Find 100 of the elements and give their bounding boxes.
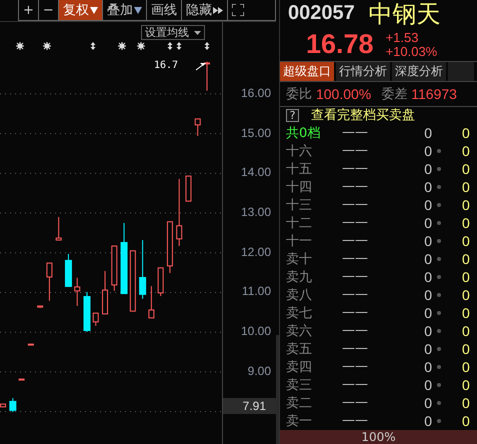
moving-average-button[interactable]: 设置均线 bbox=[141, 25, 205, 40]
event-arrow-icon[interactable] bbox=[204, 42, 210, 50]
event-arrow-icon[interactable] bbox=[168, 42, 172, 50]
table-cell: 0 bbox=[462, 178, 470, 195]
double-triangle-icon bbox=[212, 6, 223, 14]
table-cell: 0 bbox=[462, 268, 470, 285]
tab[interactable]: 超级盘口 bbox=[280, 62, 334, 82]
dot-icon bbox=[436, 202, 441, 207]
event-star-icon[interactable] bbox=[136, 42, 146, 50]
last-price: 16.78 bbox=[306, 29, 374, 60]
event-star-icon[interactable] bbox=[16, 42, 24, 50]
dot-icon bbox=[436, 238, 441, 243]
axis-label: 10.00 bbox=[240, 324, 271, 338]
dot-icon bbox=[436, 220, 441, 225]
level-label: 十六 bbox=[284, 142, 313, 160]
volume-cell-text: 0 bbox=[423, 412, 432, 429]
dot-icon bbox=[436, 166, 441, 171]
event-star-icon[interactable] bbox=[42, 42, 52, 50]
dot-icon bbox=[436, 400, 441, 405]
candle bbox=[194, 118, 201, 136]
price-cell-text: —— bbox=[342, 305, 369, 320]
candle bbox=[176, 178, 182, 246]
level-label: 十三 bbox=[284, 196, 313, 214]
level-label: 卖九 bbox=[284, 268, 313, 286]
candle bbox=[102, 270, 108, 314]
full-book-link[interactable]: 查看完整档买卖盘 bbox=[310, 106, 415, 124]
level-label: 十一 bbox=[284, 232, 313, 250]
volume-cell-text: 0 bbox=[423, 250, 432, 267]
ratio-bar: 100% bbox=[280, 430, 477, 444]
volume-cell-text: 0 bbox=[423, 196, 432, 213]
event-star-icon[interactable] bbox=[118, 42, 126, 50]
caret-icon bbox=[194, 30, 201, 34]
price-cell-text: —— bbox=[342, 125, 369, 140]
dot-icon bbox=[436, 256, 441, 261]
table-cell: 0 bbox=[462, 376, 470, 393]
dot-icon bbox=[436, 364, 441, 369]
candle bbox=[0, 404, 6, 408]
volume-cell-text: 0 bbox=[423, 304, 432, 321]
volume-cell-text: 0 bbox=[423, 232, 432, 249]
scrollbar[interactable] bbox=[276, 335, 279, 444]
dot-icon bbox=[436, 328, 441, 333]
price-cell-text: —— bbox=[342, 341, 369, 356]
price-cell-text: —— bbox=[342, 287, 369, 302]
level-label: 十四 bbox=[284, 178, 313, 196]
level-label: 十五 bbox=[284, 160, 313, 178]
stat-value: 100.00% bbox=[316, 86, 372, 102]
axis-label: 16.00 bbox=[240, 86, 271, 100]
candle bbox=[28, 344, 34, 346]
leader-line bbox=[196, 63, 206, 70]
level-label: 卖八 bbox=[284, 286, 313, 304]
price-cell-text: —— bbox=[342, 233, 369, 248]
price-label: 16.7 bbox=[154, 60, 178, 71]
fullscreen-icon bbox=[232, 4, 244, 16]
volume-cell-text: 0 bbox=[423, 394, 432, 411]
table-cell: 0 bbox=[462, 142, 470, 159]
candle bbox=[9, 398, 16, 413]
table-cell: 0 bbox=[462, 250, 470, 267]
price-cell-text: —— bbox=[342, 197, 369, 212]
price-cell-text: —— bbox=[342, 413, 369, 428]
table-cell: 0 bbox=[462, 322, 470, 339]
dot-icon bbox=[436, 274, 441, 279]
axis-label: 12.00 bbox=[240, 244, 271, 259]
table-cell: 0 bbox=[462, 394, 470, 411]
percent-change: +10.03% bbox=[386, 44, 438, 59]
dot-icon bbox=[436, 148, 441, 153]
table-cell: 0 bbox=[462, 124, 470, 141]
current-price-label: 7.91 bbox=[223, 398, 276, 414]
candle bbox=[166, 221, 173, 274]
candle bbox=[64, 253, 72, 288]
volume-cell-text: 0 bbox=[423, 268, 432, 285]
price-cell-text: —— bbox=[342, 143, 369, 158]
event-arrow-icon[interactable] bbox=[90, 42, 96, 50]
candle bbox=[158, 267, 164, 297]
price-cell-text: —— bbox=[342, 395, 369, 410]
toolbar-button[interactable]: 复权 bbox=[58, 0, 103, 20]
candle bbox=[139, 240, 146, 300]
axis-label: 9.00 bbox=[248, 364, 271, 378]
candle bbox=[18, 378, 25, 381]
candle bbox=[130, 250, 136, 312]
table-cell: 0 bbox=[462, 232, 470, 249]
level-label: 卖二 bbox=[284, 394, 313, 412]
candle bbox=[92, 312, 99, 326]
dot-icon bbox=[436, 382, 441, 387]
tab[interactable]: 行情分析 bbox=[336, 62, 390, 82]
event-arrow-icon[interactable] bbox=[176, 42, 182, 50]
stat-value: 116973 bbox=[411, 86, 457, 102]
volume-cell-text: 0 bbox=[423, 340, 432, 357]
level-label: 卖六 bbox=[284, 322, 313, 340]
axis-label: 15.00 bbox=[240, 126, 271, 140]
tab[interactable]: 深度分析 bbox=[392, 62, 446, 82]
price-cell-text: —— bbox=[342, 161, 369, 176]
table-cell: 0 bbox=[462, 340, 470, 357]
table-cell: 0 bbox=[462, 214, 470, 231]
candle bbox=[56, 216, 62, 241]
price-cell-text: —— bbox=[342, 269, 369, 284]
table-cell: 0 bbox=[462, 304, 470, 321]
dot-icon bbox=[436, 418, 441, 423]
help-button[interactable]: ? bbox=[286, 108, 299, 122]
volume-cell-text: 0 bbox=[423, 142, 432, 159]
stock-code: 002057 bbox=[288, 2, 355, 26]
